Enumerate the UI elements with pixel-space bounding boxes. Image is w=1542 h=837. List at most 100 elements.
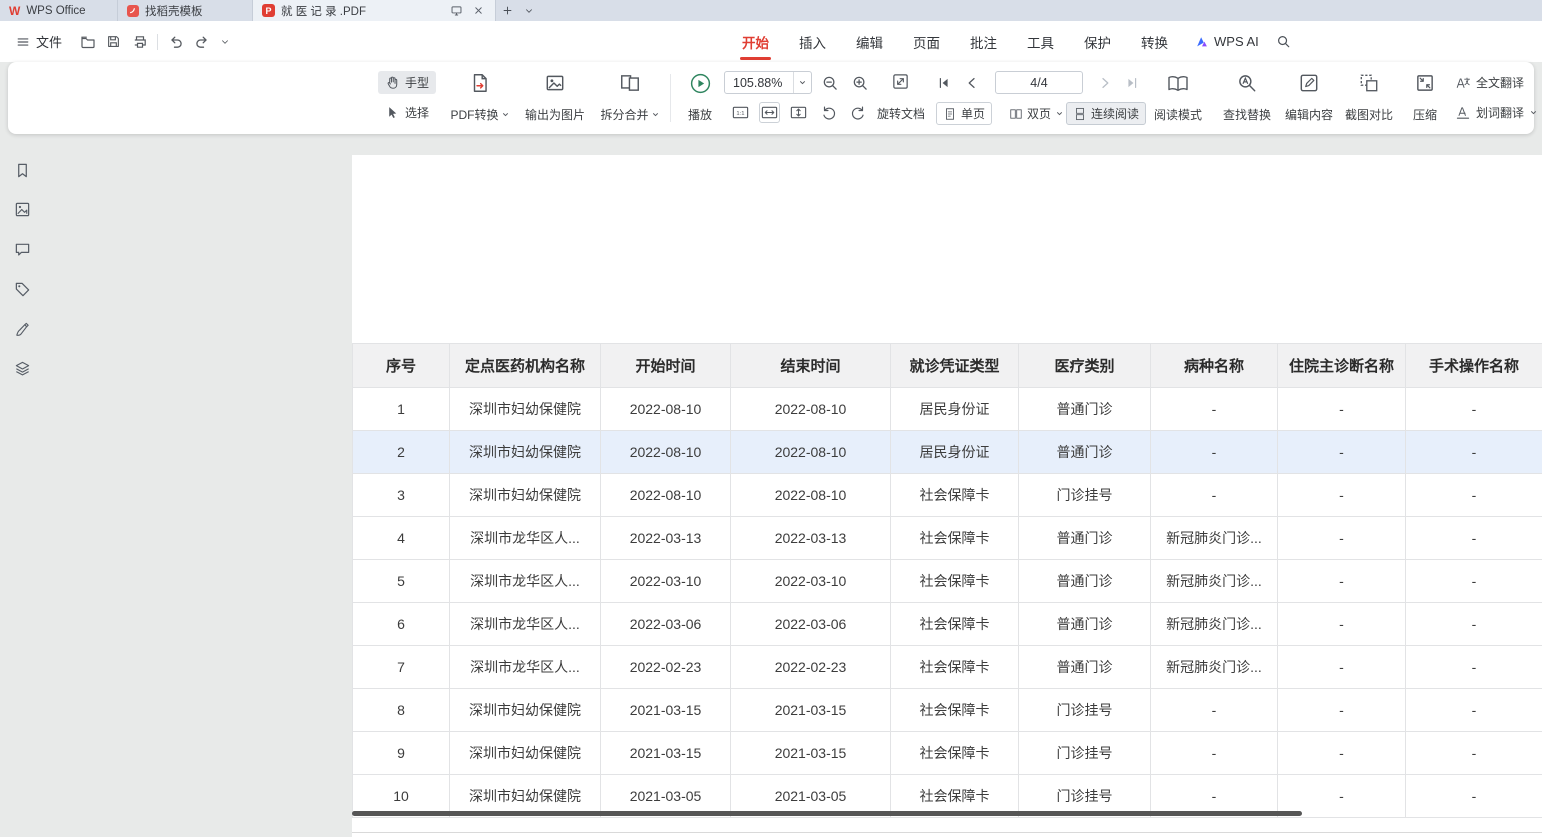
sidebar-bookmarks-button[interactable] — [13, 161, 32, 180]
close-tab-icon[interactable] — [470, 3, 486, 19]
table-cell: 8 — [353, 689, 450, 731]
screenshot-compare-button[interactable]: 截图对比 — [1340, 68, 1398, 128]
single-page-button[interactable]: 单页 — [936, 102, 992, 125]
zoom-out-button[interactable] — [819, 72, 840, 93]
table-cell: - — [1151, 474, 1278, 516]
open-file-button[interactable] — [77, 31, 98, 52]
ribbon-tab-page[interactable]: 页面 — [898, 21, 955, 62]
table-cell: 2021-03-15 — [601, 689, 731, 731]
table-header-cell: 结束时间 — [731, 344, 891, 387]
ribbon-tab-convert[interactable]: 转换 — [1126, 21, 1183, 62]
monitor-icon[interactable] — [448, 3, 464, 19]
actual-size-button[interactable]: 1:1 — [730, 102, 751, 123]
page-number-input[interactable]: 4/4 — [995, 71, 1083, 94]
next-page-button[interactable] — [1094, 72, 1115, 93]
ribbon-tab-tools[interactable]: 工具 — [1012, 21, 1069, 62]
open-book-icon — [1166, 72, 1190, 96]
table-cell: - — [1151, 689, 1278, 731]
table-cell: 2022-02-23 — [731, 646, 891, 688]
table-cell: 1 — [353, 388, 450, 430]
undo-button[interactable] — [165, 31, 186, 52]
word-translate-button[interactable]: 划词翻译 — [1448, 101, 1542, 124]
read-mode-label: 阅读模式 — [1154, 106, 1202, 123]
zoom-chevron-icon[interactable] — [794, 78, 811, 87]
fit-page-button[interactable] — [788, 102, 809, 123]
compress-button[interactable]: 压缩 — [1400, 68, 1450, 128]
pdf-convert-button[interactable]: PDF转换 — [444, 68, 516, 128]
edit-content-button[interactable]: 编辑内容 — [1280, 68, 1338, 128]
wps-ai-icon — [1195, 35, 1209, 49]
double-page-button[interactable]: 双页 — [1003, 102, 1070, 125]
table-cell: 居民身份证 — [891, 388, 1019, 430]
redo-button[interactable] — [191, 31, 212, 52]
table-cell: 社会保障卡 — [891, 732, 1019, 774]
tab-wps-office[interactable]: W WPS Office — [0, 0, 118, 21]
tab-list-chevron-icon[interactable] — [518, 0, 540, 21]
save-button[interactable] — [103, 31, 124, 52]
ribbon-tab-insert[interactable]: 插入 — [784, 21, 841, 62]
select-tool-button[interactable]: 选择 — [378, 101, 436, 124]
table-cell: 2022-03-10 — [601, 560, 731, 602]
table-cell: 社会保障卡 — [891, 474, 1019, 516]
split-merge-button[interactable]: 拆分合并 — [594, 68, 666, 128]
table-cell: 普通门诊 — [1019, 603, 1151, 645]
table-cell: - — [1406, 560, 1542, 602]
window-tab-bar: W WPS Office 找稻壳模板 P 就 医 记 录 .PDF — [0, 0, 1542, 21]
table-cell: 居民身份证 — [891, 431, 1019, 473]
play-button[interactable]: 播放 — [676, 68, 724, 128]
table-header-cell: 手术操作名称 — [1406, 344, 1542, 387]
find-replace-button[interactable]: 查找替换 — [1218, 68, 1276, 128]
new-tab-button[interactable] — [496, 0, 518, 21]
table-cell: - — [1406, 474, 1542, 516]
table-cell: 新冠肺炎门诊... — [1151, 646, 1278, 688]
ribbon-tab-comment[interactable]: 批注 — [955, 21, 1012, 62]
print-button[interactable] — [129, 31, 150, 52]
menu-search-icon[interactable] — [1271, 34, 1297, 49]
table-cell: - — [1406, 517, 1542, 559]
table-header-row: 序号定点医药机构名称开始时间结束时间就诊凭证类型医疗类别病种名称住院主诊断名称手… — [353, 344, 1542, 388]
ribbon-tab-edit[interactable]: 编辑 — [841, 21, 898, 62]
hand-tool-label: 手型 — [405, 74, 429, 91]
ribbon-tab-home[interactable]: 开始 — [727, 21, 784, 62]
wps-ai-button[interactable]: WPS AI — [1183, 34, 1271, 49]
sidebar-comments-button[interactable] — [13, 240, 32, 259]
rotate-document-label[interactable]: 旋转文档 — [877, 102, 925, 125]
table-cell: 2022-08-10 — [731, 388, 891, 430]
undo-history-chevron-icon[interactable] — [214, 31, 235, 52]
fit-window-button[interactable] — [890, 71, 911, 92]
tab-document-pdf[interactable]: P 就 医 记 录 .PDF — [253, 0, 496, 21]
double-page-label: 双页 — [1027, 105, 1051, 122]
rotate-left-button[interactable] — [818, 102, 839, 123]
zoom-level-select[interactable]: 105.88% — [724, 71, 812, 94]
fit-width-button[interactable] — [759, 102, 780, 123]
file-menu-button[interactable]: 文件 — [8, 21, 70, 62]
play-icon — [689, 72, 712, 95]
ribbon-tab-protect[interactable]: 保护 — [1069, 21, 1126, 62]
full-text-translate-button[interactable]: 全文翻译 — [1448, 71, 1531, 94]
table-header-cell: 病种名称 — [1151, 344, 1278, 387]
table-header-cell: 序号 — [353, 344, 450, 387]
sidebar-signature-button[interactable] — [13, 320, 32, 339]
rotate-right-button[interactable] — [847, 102, 868, 123]
sidebar-attachments-button[interactable] — [13, 280, 32, 299]
table-cell: 普通门诊 — [1019, 388, 1151, 430]
sidebar-layers-button[interactable] — [13, 359, 32, 378]
previous-page-button[interactable] — [961, 72, 982, 93]
last-page-button[interactable] — [1121, 72, 1142, 93]
hand-tool-button[interactable]: 手型 — [378, 71, 436, 94]
tab-docer-templates[interactable]: 找稻壳模板 — [118, 0, 253, 21]
table-cell: - — [1406, 603, 1542, 645]
table-cell: - — [1406, 689, 1542, 731]
zoom-in-button[interactable] — [849, 72, 870, 93]
horizontal-scrollbar-thumb[interactable] — [352, 811, 1302, 816]
wps-logo-icon: W — [9, 5, 20, 17]
table-cell: - — [1278, 474, 1406, 516]
table-cell: 2022-08-10 — [731, 474, 891, 516]
continuous-reading-button[interactable]: 连续阅读 — [1066, 102, 1146, 125]
sidebar-thumbnails-button[interactable] — [13, 200, 32, 219]
first-page-button[interactable] — [933, 72, 954, 93]
read-mode-button[interactable]: 阅读模式 — [1144, 68, 1212, 128]
export-as-image-button[interactable]: 输出为图片 — [518, 68, 592, 128]
table-row: 9深圳市妇幼保健院2021-03-152021-03-15社会保障卡门诊挂号--… — [353, 732, 1542, 775]
hand-icon — [385, 75, 400, 90]
